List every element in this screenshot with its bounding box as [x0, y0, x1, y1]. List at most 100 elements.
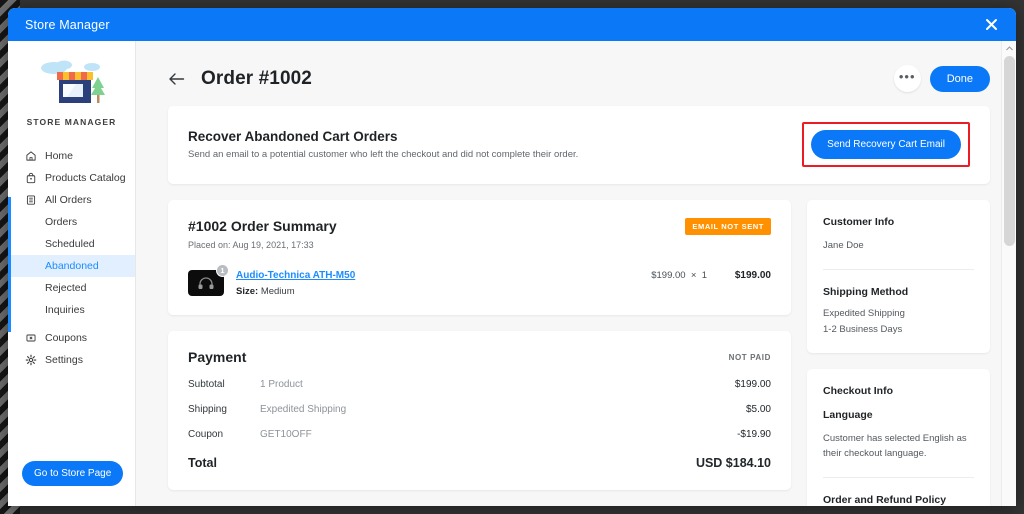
payment-row-shipping: Shipping Expedited Shipping $5.00: [188, 404, 771, 415]
customer-name: Jane Doe: [823, 240, 864, 251]
policy-heading: Order and Refund Policy: [823, 493, 947, 506]
close-icon[interactable]: [978, 12, 1004, 38]
status-badge: EMAIL NOT SENT: [685, 218, 771, 235]
payment-total-amount: USD $184.10: [695, 456, 771, 470]
window-body: STORE MANAGER Home Products Catalog All …: [8, 41, 1016, 506]
arrow-left-icon[interactable]: [168, 72, 185, 86]
sidebar-item-label: Products Catalog: [45, 172, 126, 184]
store-manager-window: Store Manager STORE MANAGER Home Product…: [8, 8, 1016, 506]
language-text: Customer has selected English as their c…: [823, 433, 967, 459]
sidebar-item-label: All Orders: [45, 194, 92, 206]
payment-row-detail: Expedited Shipping: [260, 404, 347, 415]
sidebar-item-label: Orders: [45, 216, 78, 228]
product-pricing: $199.00 × 1 $199.00: [651, 270, 771, 281]
shipping-method-value: Expedited Shipping: [823, 307, 905, 319]
payment-header: Payment NOT PAID: [188, 349, 771, 365]
sidebar-item-orders[interactable]: Orders: [8, 211, 135, 233]
content-columns: #1002 Order Summary Placed on: Aug 19, 2…: [136, 200, 1016, 506]
language-section: Language Customer has selected English a…: [823, 399, 974, 476]
main-inner: Order #1002 ••• Done Recover Abandoned C…: [136, 41, 1016, 506]
brand-block: STORE MANAGER: [8, 41, 135, 135]
payment-row-label: Subtotal: [188, 379, 225, 390]
store-page-wrap: Go to Store Page: [8, 461, 135, 506]
storefront-illustration: [8, 55, 135, 109]
scroll-up-icon[interactable]: [1002, 41, 1016, 56]
payment-title: Payment: [188, 349, 247, 365]
right-column: Customer Info Jane Doe Shipping Method E…: [807, 200, 990, 506]
shipping-method-section: Shipping Method Expedited Shipping 1-2 B…: [823, 268, 974, 353]
order-summary-card: #1002 Order Summary Placed on: Aug 19, 2…: [168, 200, 791, 315]
order-line-item: 1 Audio-Technica ATH-M50 Size: Medium $1…: [188, 264, 771, 297]
sidebar-item-home[interactable]: Home: [8, 145, 135, 167]
sidebar: STORE MANAGER Home Products Catalog All …: [8, 41, 136, 506]
go-to-store-page-button[interactable]: Go to Store Page: [22, 461, 124, 486]
sidebar-item-settings[interactable]: Settings: [8, 349, 135, 371]
policy-section: Order and Refund Policy Terms of Service…: [823, 476, 974, 506]
checkout-info-heading: Checkout Info: [823, 385, 893, 398]
customer-info-section: Customer Info Jane Doe: [823, 200, 974, 269]
nav-group-indicator: [8, 197, 11, 332]
sidebar-item-label: Rejected: [45, 282, 87, 294]
sidebar-nav: Home Products Catalog All Orders Orders …: [8, 145, 135, 371]
sidebar-item-label: Settings: [45, 354, 83, 366]
quantity-value: 1: [701, 270, 707, 281]
clipboard-list-icon: [24, 194, 37, 207]
sidebar-item-coupons[interactable]: Coupons: [8, 327, 135, 349]
payment-row-amount: -$19.90: [737, 429, 771, 440]
product-line-total: $199.00: [734, 270, 771, 281]
sidebar-item-label: Scheduled: [45, 238, 95, 250]
payment-row-coupon: Coupon GET10OFF -$19.90: [188, 429, 771, 440]
sidebar-item-abandoned[interactable]: Abandoned: [8, 255, 135, 277]
highlight-box: Send Recovery Cart Email: [802, 122, 970, 167]
sidebar-item-all-orders[interactable]: All Orders: [8, 189, 135, 211]
scrollbar[interactable]: [1001, 41, 1016, 506]
brand-name: STORE MANAGER: [26, 117, 117, 127]
page-header-right: ••• Done: [893, 65, 990, 92]
shipping-method-heading: Shipping Method: [823, 285, 909, 298]
product-variant: Size: Medium: [236, 286, 651, 297]
more-options-button[interactable]: •••: [893, 65, 921, 92]
order-summary-title: #1002 Order Summary: [188, 218, 337, 234]
quantity-badge: 1: [216, 264, 229, 277]
app-title: Store Manager: [25, 17, 110, 32]
payment-row-label: Coupon: [188, 429, 224, 440]
product-unit-price: $199.00 × 1: [651, 270, 707, 281]
checkout-info-header: Checkout Info: [823, 369, 974, 399]
language-heading: Language: [823, 409, 873, 422]
recover-card-subtitle: Send an email to a potential customer wh…: [188, 149, 579, 160]
shipping-eta: 1-2 Business Days: [823, 324, 903, 336]
payment-total-label: Total: [188, 456, 217, 470]
checkout-info-card: Checkout Info Language Customer has sele…: [807, 369, 990, 506]
sidebar-item-label: Inquiries: [45, 304, 85, 316]
payment-row-total: Total USD $184.10: [188, 456, 771, 470]
window-title-bar: Store Manager: [8, 8, 1016, 41]
ticket-icon: [24, 332, 37, 345]
payment-row-detail: 1 Product: [260, 379, 303, 390]
sidebar-item-products-catalog[interactable]: Products Catalog: [8, 167, 135, 189]
product-info: Audio-Technica ATH-M50 Size: Medium: [236, 270, 651, 297]
page-title: Order #1002: [201, 67, 312, 89]
main-content: Order #1002 ••• Done Recover Abandoned C…: [136, 41, 1016, 506]
recover-card-title: Recover Abandoned Cart Orders: [188, 129, 398, 144]
done-button[interactable]: Done: [929, 65, 990, 92]
recover-card-text: Recover Abandoned Cart Orders Send an em…: [188, 129, 578, 160]
product-thumbnail-wrap: 1: [188, 264, 229, 296]
product-variant-value: Medium: [260, 286, 295, 297]
sidebar-item-rejected[interactable]: Rejected: [8, 277, 135, 299]
send-recovery-cart-email-button[interactable]: Send Recovery Cart Email: [811, 130, 961, 159]
order-placed-date: Placed on: Aug 19, 2021, 17:33: [188, 240, 314, 250]
sidebar-item-label: Abandoned: [45, 260, 99, 272]
scrollbar-thumb[interactable]: [1004, 56, 1015, 246]
sidebar-item-scheduled[interactable]: Scheduled: [8, 233, 135, 255]
sidebar-item-label: Home: [45, 150, 74, 162]
multiply-symbol: ×: [690, 270, 697, 281]
shopping-bag-icon: [24, 172, 37, 185]
customer-info-card: Customer Info Jane Doe Shipping Method E…: [807, 200, 990, 354]
product-name-link[interactable]: Audio-Technica ATH-M50: [236, 270, 651, 281]
payment-row-label: Shipping: [188, 404, 227, 415]
customer-info-heading: Customer Info: [823, 216, 895, 228]
sidebar-item-inquiries[interactable]: Inquiries: [8, 299, 135, 321]
order-summary-titles: #1002 Order Summary Placed on: Aug 19, 2…: [188, 218, 337, 250]
page-header: Order #1002 ••• Done: [136, 41, 1016, 106]
payment-row-amount: $5.00: [745, 404, 771, 415]
